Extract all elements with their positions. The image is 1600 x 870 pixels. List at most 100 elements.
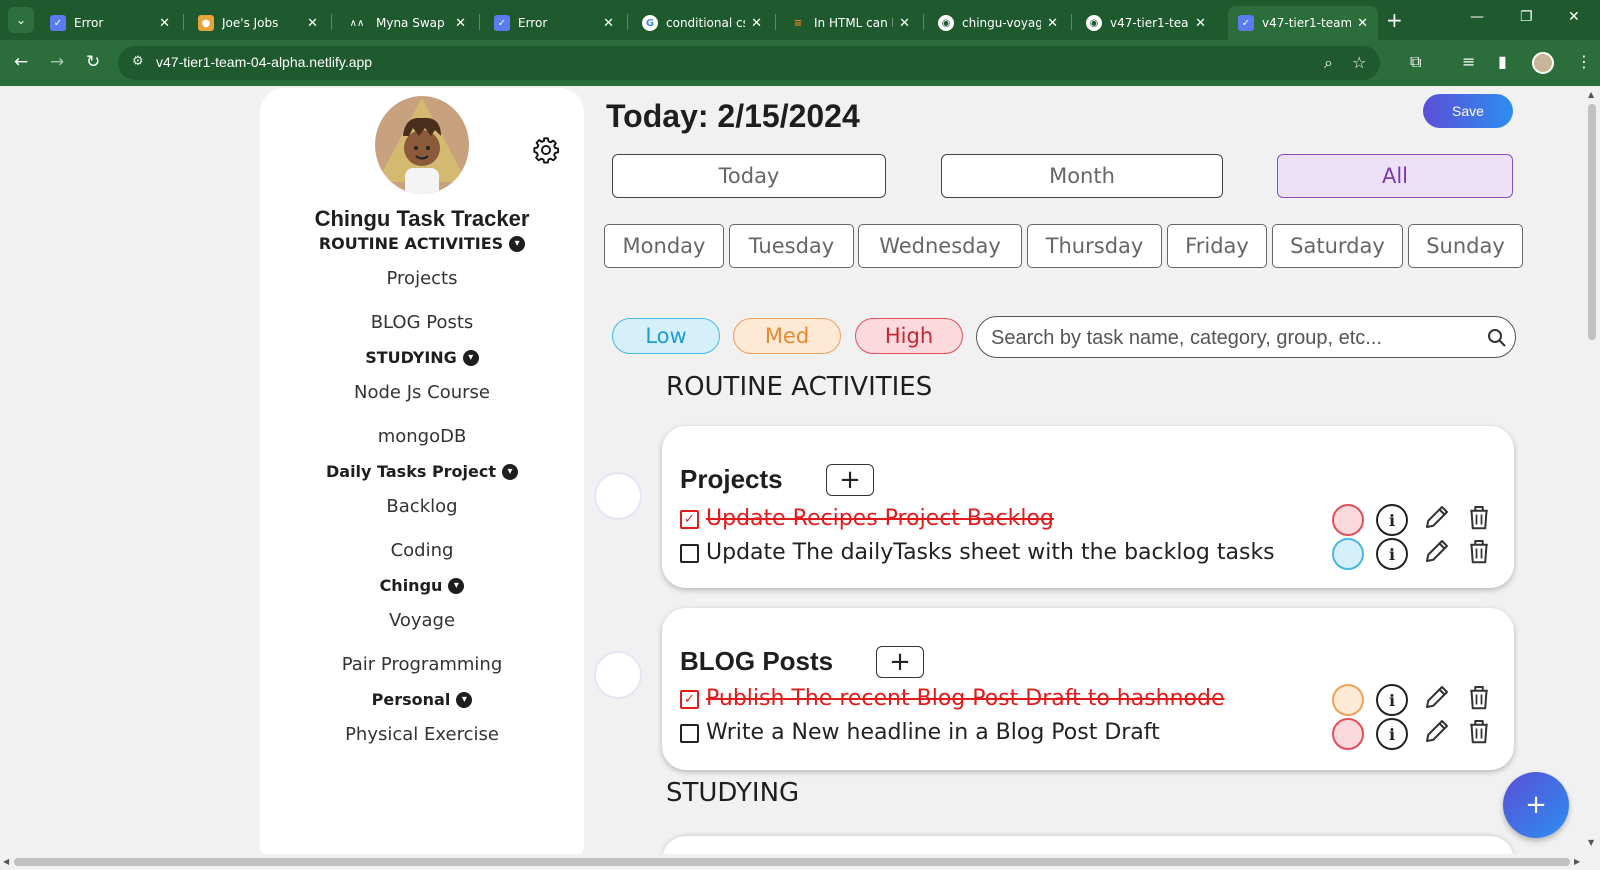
- task-text[interactable]: Update Recipes Project Backlog: [706, 506, 1054, 531]
- priority-low-indicator[interactable]: [1332, 538, 1364, 570]
- sidebar-group-routine-activities[interactable]: ROUTINE ACTIVITIES ▾: [260, 234, 584, 253]
- scrollbar-thumb[interactable]: [1588, 104, 1596, 340]
- day-tuesday-button[interactable]: Tuesday: [729, 224, 854, 268]
- search-input[interactable]: [991, 325, 1471, 351]
- chevron-down-icon[interactable]: ▾: [509, 235, 526, 252]
- task-text[interactable]: Publish The recent Blog Post Draft to ha…: [706, 686, 1225, 711]
- browser-profile-avatar[interactable]: [1532, 52, 1554, 74]
- sidebar-group-studying[interactable]: STUDYING ▾: [260, 348, 584, 367]
- browser-tab[interactable]: ✓ Error ✕: [40, 6, 180, 40]
- edit-pencil-icon[interactable]: [1422, 502, 1452, 532]
- forward-icon[interactable]: →: [50, 52, 64, 72]
- add-task-fab[interactable]: +: [1503, 772, 1569, 838]
- browser-tab[interactable]: ◉ v47-tier1-team ✕: [1076, 6, 1216, 40]
- task-checkbox-checked[interactable]: ✓: [680, 690, 699, 709]
- chevron-down-icon[interactable]: ▾: [448, 577, 465, 594]
- task-checkbox[interactable]: [680, 724, 699, 743]
- zoom-icon[interactable]: ⌕: [1324, 53, 1333, 73]
- site-info-icon[interactable]: ⚙: [132, 54, 144, 69]
- close-tab-icon[interactable]: ✕: [159, 16, 170, 31]
- search-icon[interactable]: [1487, 328, 1507, 348]
- day-friday-button[interactable]: Friday: [1167, 224, 1267, 268]
- info-icon[interactable]: i: [1376, 718, 1408, 750]
- card-select-circle[interactable]: [594, 472, 642, 520]
- browser-tab[interactable]: ● Joe's Jobs ✕: [188, 6, 328, 40]
- sidebar-group-personal[interactable]: Personal ▾: [260, 690, 584, 709]
- range-month-button[interactable]: Month: [941, 154, 1223, 198]
- scroll-left-icon[interactable]: ◀: [3, 857, 9, 866]
- close-tab-icon[interactable]: ✕: [1357, 16, 1368, 31]
- delete-trash-icon[interactable]: [1464, 536, 1494, 566]
- edit-pencil-icon[interactable]: [1422, 536, 1452, 566]
- horizontal-scrollbar[interactable]: ◀ ▶: [0, 854, 1600, 870]
- day-saturday-button[interactable]: Saturday: [1272, 224, 1403, 268]
- browser-menu-icon[interactable]: ⋮: [1576, 52, 1592, 71]
- add-task-button[interactable]: +: [826, 464, 874, 496]
- media-controls-icon[interactable]: ≡: [1462, 52, 1475, 71]
- scrollbar-thumb[interactable]: [14, 858, 1570, 866]
- day-monday-button[interactable]: Monday: [604, 224, 724, 268]
- card-select-circle[interactable]: [594, 651, 642, 699]
- scroll-up-icon[interactable]: ▲: [1588, 90, 1594, 99]
- close-tab-icon[interactable]: ✕: [1047, 16, 1058, 31]
- edit-pencil-icon[interactable]: [1422, 682, 1452, 712]
- sidebar-item-physical-exercise[interactable]: Physical Exercise: [260, 724, 584, 745]
- restore-icon[interactable]: ❐: [1520, 9, 1533, 25]
- sidebar-item-backlog[interactable]: Backlog: [260, 496, 584, 517]
- minimize-icon[interactable]: —: [1470, 9, 1484, 25]
- range-today-button[interactable]: Today: [612, 154, 886, 198]
- sidebar-item-mongodb[interactable]: mongoDB: [260, 426, 584, 447]
- reload-icon[interactable]: ↻: [86, 52, 100, 72]
- close-tab-icon[interactable]: ✕: [1195, 16, 1206, 31]
- task-text[interactable]: Write a New headline in a Blog Post Draf…: [706, 720, 1160, 745]
- add-task-button[interactable]: +: [876, 646, 924, 678]
- task-text[interactable]: Update The dailyTasks sheet with the bac…: [706, 540, 1275, 565]
- chevron-down-icon[interactable]: ▾: [502, 463, 519, 480]
- info-icon[interactable]: i: [1376, 504, 1408, 536]
- priority-high-filter[interactable]: High: [855, 318, 963, 354]
- back-icon[interactable]: ←: [14, 52, 28, 72]
- extensions-icon[interactable]: ⧉: [1410, 52, 1421, 72]
- priority-med-indicator[interactable]: [1332, 684, 1364, 716]
- vertical-scrollbar[interactable]: ▲ ▼: [1584, 86, 1600, 854]
- priority-high-indicator[interactable]: [1332, 504, 1364, 536]
- url-text[interactable]: v47-tier1-team-04-alpha.netlify.app: [156, 54, 372, 70]
- delete-trash-icon[interactable]: [1464, 682, 1494, 712]
- close-tab-icon[interactable]: ✕: [899, 16, 910, 31]
- day-sunday-button[interactable]: Sunday: [1408, 224, 1523, 268]
- close-tab-icon[interactable]: ✕: [751, 16, 762, 31]
- info-icon[interactable]: i: [1376, 684, 1408, 716]
- browser-tab-active[interactable]: ✓ v47-tier1-team ✕: [1228, 6, 1378, 40]
- scroll-right-icon[interactable]: ▶: [1574, 857, 1580, 866]
- sidebar-item-blog-posts[interactable]: BLOG Posts: [260, 312, 584, 333]
- priority-low-filter[interactable]: Low: [612, 318, 720, 354]
- chevron-down-icon[interactable]: ▾: [462, 349, 479, 366]
- browser-tab[interactable]: ✓ Error ✕: [484, 6, 624, 40]
- sidebar-item-node-js-course[interactable]: Node Js Course: [260, 382, 584, 403]
- tab-search-button[interactable]: ⌄: [8, 7, 34, 33]
- range-all-button[interactable]: All: [1277, 154, 1513, 198]
- task-checkbox[interactable]: [680, 544, 699, 563]
- task-checkbox-checked[interactable]: ✓: [680, 510, 699, 529]
- new-tab-icon[interactable]: +: [1386, 8, 1403, 32]
- close-tab-icon[interactable]: ✕: [603, 16, 614, 31]
- sidebar-item-coding[interactable]: Coding: [260, 540, 584, 561]
- browser-tab[interactable]: ◉ chingu-voyage ✕: [928, 6, 1068, 40]
- bookmark-star-icon[interactable]: ☆: [1352, 53, 1366, 72]
- sidebar-group-chingu[interactable]: Chingu ▾: [260, 576, 584, 595]
- settings-gear-icon[interactable]: [532, 136, 560, 164]
- save-button[interactable]: Save: [1423, 94, 1513, 128]
- side-panel-icon[interactable]: ▮: [1498, 52, 1507, 71]
- sidebar-group-daily-tasks-project[interactable]: Daily Tasks Project ▾: [260, 462, 584, 481]
- day-thursday-button[interactable]: Thursday: [1027, 224, 1162, 268]
- sidebar-item-voyage[interactable]: Voyage: [260, 610, 584, 631]
- url-bar[interactable]: ⚙ v47-tier1-team-04-alpha.netlify.app ⌕ …: [118, 46, 1380, 80]
- close-window-icon[interactable]: ✕: [1568, 9, 1580, 25]
- scroll-down-icon[interactable]: ▼: [1588, 838, 1594, 847]
- browser-tab[interactable]: ∧∧ Myna Swap ✕: [336, 6, 476, 40]
- delete-trash-icon[interactable]: [1464, 502, 1494, 532]
- browser-tab[interactable]: G conditional css ✕: [632, 6, 772, 40]
- close-tab-icon[interactable]: ✕: [455, 16, 466, 31]
- sidebar-item-projects[interactable]: Projects: [260, 268, 584, 289]
- browser-tab[interactable]: ≡ In HTML can I ✕: [780, 6, 920, 40]
